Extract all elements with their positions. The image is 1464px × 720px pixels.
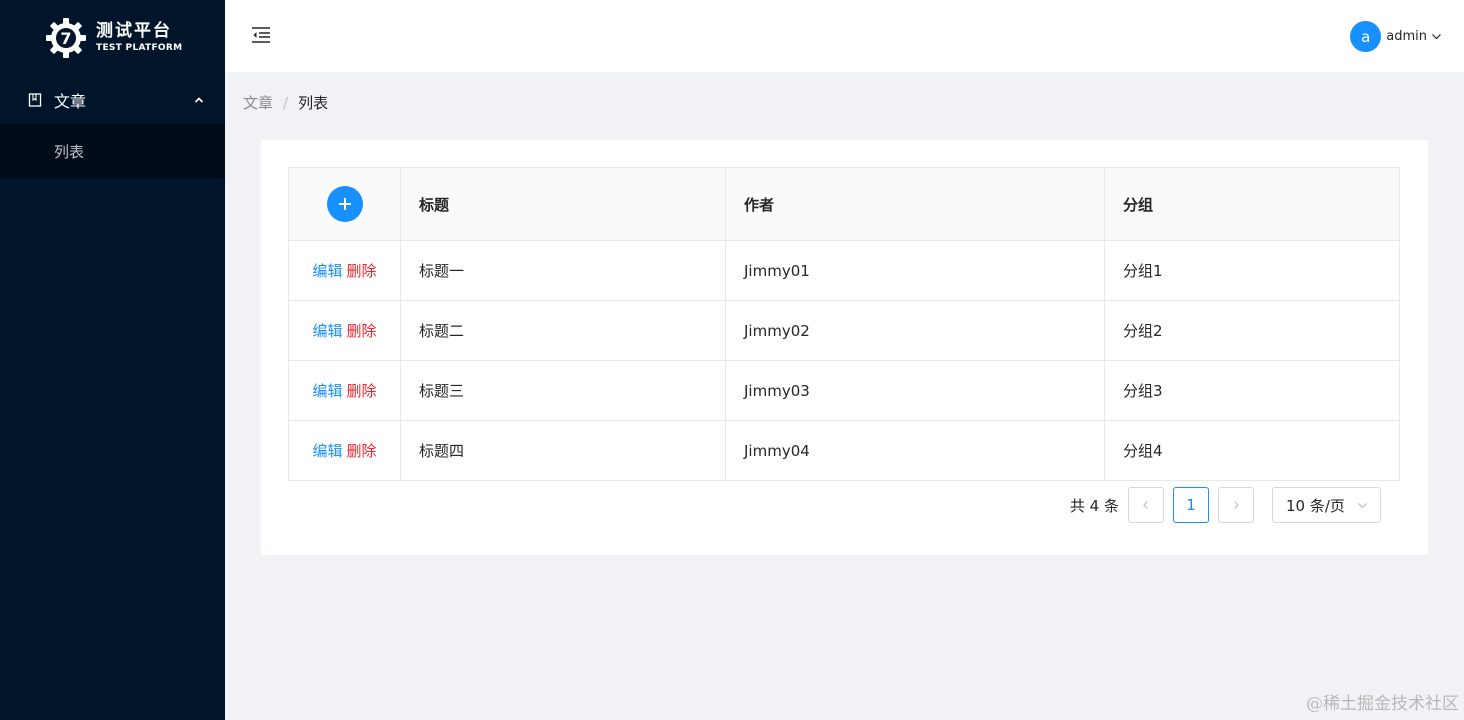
page-size-select[interactable]: 10 条/页 — [1272, 487, 1381, 523]
logo-title: 测试平台 — [96, 21, 172, 42]
cell-group: 分组1 — [1104, 240, 1400, 301]
breadcrumb: 文章 / 列表 — [243, 92, 328, 113]
top-header: a admin — [225, 0, 1464, 72]
row-actions: 编辑 删除 — [288, 420, 401, 481]
cell-group: 分组2 — [1104, 300, 1400, 361]
table-row: 编辑 删除 标题一 Jimmy01 分组1 — [288, 240, 1400, 301]
sidebar-group-article[interactable]: 文章 — [0, 76, 225, 124]
edit-link[interactable]: 编辑 — [312, 322, 342, 340]
logo-mark-letter: 7 — [60, 29, 71, 48]
cell-group: 分组4 — [1104, 420, 1400, 481]
content-card: 标题 作者 分组 编辑 删除 标题一 Jimmy01 分组1 编辑 删除 标题二 J… — [261, 140, 1428, 555]
user-menu[interactable]: a admin — [1350, 21, 1442, 52]
breadcrumb-parent[interactable]: 文章 — [243, 92, 273, 113]
edit-link[interactable]: 编辑 — [312, 262, 342, 280]
page-number-1[interactable]: 1 — [1173, 487, 1209, 523]
table-header-row: 标题 作者 分组 — [288, 167, 1400, 241]
logo[interactable]: 7 测试平台 TEST PLATFORM — [0, 0, 225, 76]
menu-fold-icon[interactable] — [251, 25, 271, 45]
cell-author: Jimmy04 — [725, 420, 1105, 481]
avatar[interactable]: a — [1350, 21, 1382, 52]
next-page-button[interactable] — [1218, 487, 1254, 523]
chevron-right-icon — [1234, 501, 1239, 509]
chevron-down-icon — [1358, 503, 1367, 509]
chevron-up-icon — [194, 97, 204, 103]
prev-page-button[interactable] — [1128, 487, 1164, 523]
breadcrumb-separator: / — [283, 93, 289, 112]
cell-author: Jimmy02 — [725, 300, 1105, 361]
cell-title: 标题一 — [400, 240, 726, 301]
logo-text: 测试平台 TEST PLATFORM — [96, 22, 182, 54]
cell-title: 标题三 — [400, 360, 726, 421]
column-header-author[interactable]: 作者 — [725, 167, 1105, 241]
edit-link[interactable]: 编辑 — [312, 442, 342, 460]
chevron-left-icon — [1143, 501, 1148, 509]
watermark: @稀土掘金技术社区 — [1306, 694, 1459, 714]
delete-link[interactable]: 删除 — [347, 382, 377, 400]
delete-link[interactable]: 删除 — [347, 322, 377, 340]
plus-icon — [338, 198, 351, 210]
sidebar-group-label: 文章 — [54, 92, 87, 111]
column-header-group[interactable]: 分组 — [1104, 167, 1400, 241]
breadcrumb-current: 列表 — [298, 94, 329, 112]
delete-link[interactable]: 删除 — [347, 262, 377, 280]
username: admin — [1386, 29, 1427, 44]
sidebar-item-list[interactable]: 列表 — [0, 124, 225, 178]
column-header-actions — [288, 167, 401, 241]
table-row: 编辑 删除 标题二 Jimmy02 分组2 — [288, 300, 1400, 361]
logo-subtitle: TEST PLATFORM — [96, 42, 183, 53]
cell-group: 分组3 — [1104, 360, 1400, 421]
column-header-title[interactable]: 标题 — [400, 167, 726, 241]
pagination: 共 4 条 1 10 条/页 — [1070, 487, 1381, 523]
row-actions: 编辑 删除 — [288, 300, 401, 361]
pagination-total: 共 4 条 — [1069, 496, 1119, 515]
page-size-value: 10 条/页 — [1286, 496, 1345, 515]
row-actions: 编辑 删除 — [288, 240, 401, 301]
table-row: 编辑 删除 标题四 Jimmy04 分组4 — [288, 420, 1400, 481]
cell-author: Jimmy03 — [725, 360, 1105, 421]
sidebar: 7 测试平台 TEST PLATFORM 文章 列表 — [0, 0, 225, 720]
article-table: 标题 作者 分组 编辑 删除 标题一 Jimmy01 分组1 编辑 删除 标题二 J… — [288, 167, 1400, 481]
add-button[interactable] — [326, 186, 363, 222]
table-row: 编辑 删除 标题三 Jimmy03 分组3 — [288, 360, 1400, 421]
edit-link[interactable]: 编辑 — [312, 382, 342, 400]
book-icon — [28, 93, 42, 107]
cell-title: 标题四 — [400, 420, 726, 481]
chevron-down-icon — [1432, 34, 1441, 40]
delete-link[interactable]: 删除 — [347, 442, 377, 460]
gear-logo-icon: 7 — [46, 18, 86, 58]
cell-title: 标题二 — [400, 300, 726, 361]
cell-author: Jimmy01 — [725, 240, 1105, 301]
row-actions: 编辑 删除 — [288, 360, 401, 421]
